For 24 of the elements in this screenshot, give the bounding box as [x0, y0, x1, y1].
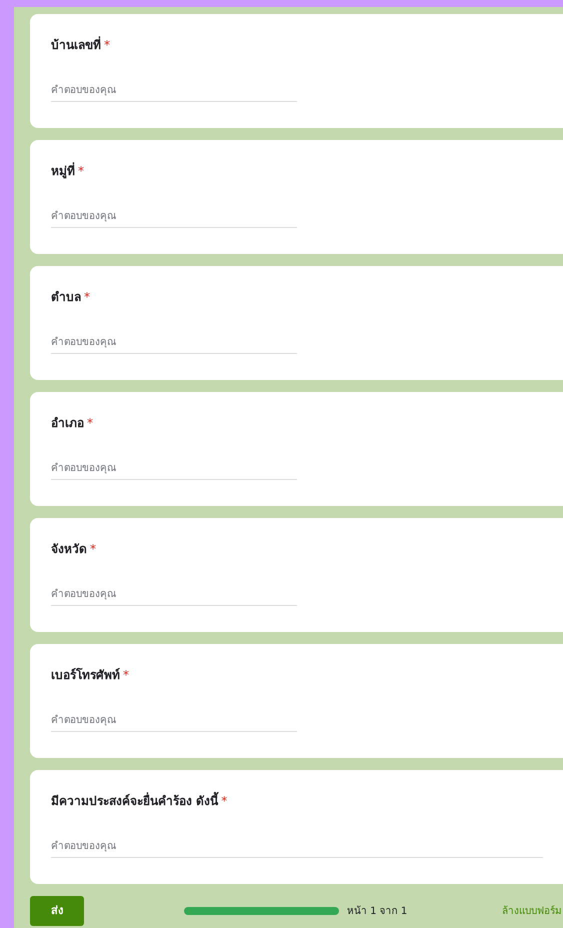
answer-field[interactable]: คำตอบของคุณ — [51, 332, 297, 354]
question-title: เบอร์โทรศัพท์ — [51, 666, 120, 684]
required-mark: * — [221, 793, 228, 810]
required-mark: * — [78, 163, 84, 180]
submit-button[interactable]: ส่ง — [30, 896, 84, 926]
clear-form-link[interactable]: ล้างแบบฟอร์ม — [502, 904, 562, 918]
required-mark: * — [84, 289, 90, 306]
answer-field[interactable]: คำตอบของคุณ — [51, 836, 543, 858]
answer-field[interactable]: คำตอบของคุณ — [51, 584, 297, 606]
required-mark: * — [104, 37, 110, 54]
required-mark: * — [90, 541, 96, 558]
required-mark: * — [123, 667, 129, 684]
question-title: อำเภอ — [51, 415, 84, 432]
question-title: บ้านเลขที่ — [51, 36, 101, 54]
question-title: ตำบล — [51, 289, 81, 306]
required-mark: * — [87, 415, 93, 432]
answer-field[interactable]: คำตอบของคุณ — [51, 458, 297, 480]
answer-field[interactable]: คำตอบของคุณ — [51, 206, 297, 228]
question-title: หมู่ที่ — [51, 162, 75, 180]
page-indicator: หน้า 1 จาก 1 — [347, 904, 408, 918]
answer-field[interactable]: คำตอบของคุณ — [51, 710, 297, 732]
question-title: มีความประสงค์จะยื่นคำร้อง ดังนี้ — [51, 792, 218, 810]
answer-field[interactable]: คำตอบของคุณ — [51, 80, 297, 102]
question-title: จังหวัด — [51, 541, 87, 558]
